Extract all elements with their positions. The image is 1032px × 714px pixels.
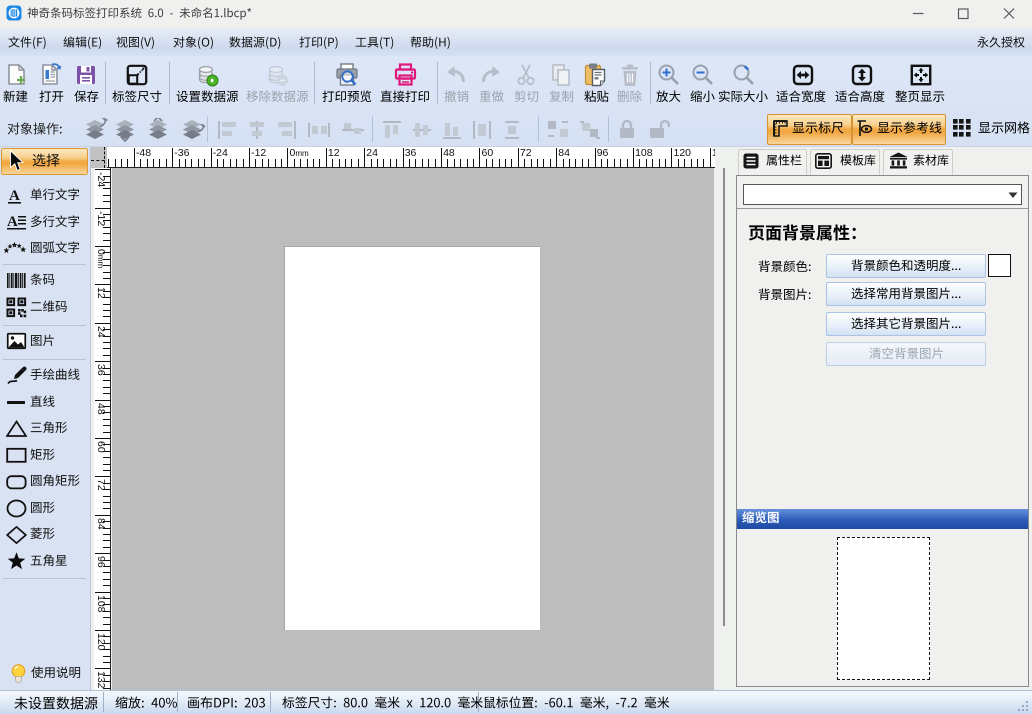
svg-text:A: A [7,214,18,230]
svg-text:A: A [9,188,20,204]
